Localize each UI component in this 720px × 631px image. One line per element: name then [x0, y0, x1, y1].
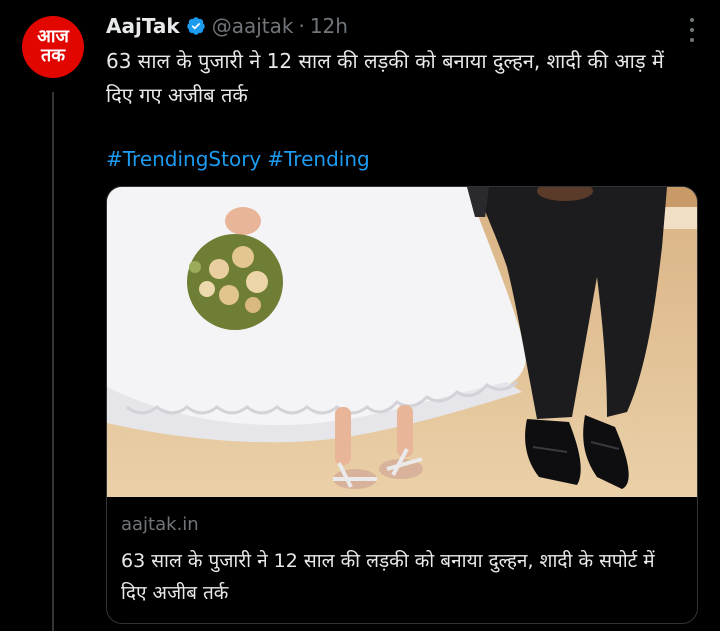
- more-options-icon[interactable]: [688, 18, 696, 42]
- author-name[interactable]: AajTak: [106, 14, 180, 38]
- avatar-text-top: आज: [37, 25, 69, 47]
- separator-dot: ·: [298, 14, 305, 38]
- tweet-text: 63 साल के पुजारी ने 12 साल की लड़की को ब…: [106, 49, 664, 107]
- card-domain[interactable]: aajtak.in: [121, 513, 683, 537]
- hashtags: #TrendingStory #Trending: [106, 144, 376, 174]
- link-card[interactable]: aajtak.in 63 साल के पुजारी ने 12 साल की …: [106, 186, 698, 624]
- tweet-header: AajTak @aajtak · 12h: [106, 12, 680, 40]
- author-handle[interactable]: @aajtak: [212, 14, 294, 38]
- verified-badge-icon: [186, 16, 206, 36]
- hashtag-trending-story[interactable]: #TrendingStory: [106, 147, 261, 171]
- card-image[interactable]: [107, 187, 698, 497]
- card-text: aajtak.in 63 साल के पुजारी ने 12 साल की …: [121, 513, 683, 609]
- avatar-text-bottom: तक: [40, 44, 66, 66]
- thread-line: [52, 92, 54, 631]
- card-title[interactable]: 63 साल के पुजारी ने 12 साल की लड़की को ब…: [121, 545, 683, 609]
- hashtag-trending[interactable]: #Trending: [267, 147, 369, 171]
- tweet-time[interactable]: 12h: [310, 14, 348, 38]
- avatar[interactable]: आज तक: [22, 16, 84, 78]
